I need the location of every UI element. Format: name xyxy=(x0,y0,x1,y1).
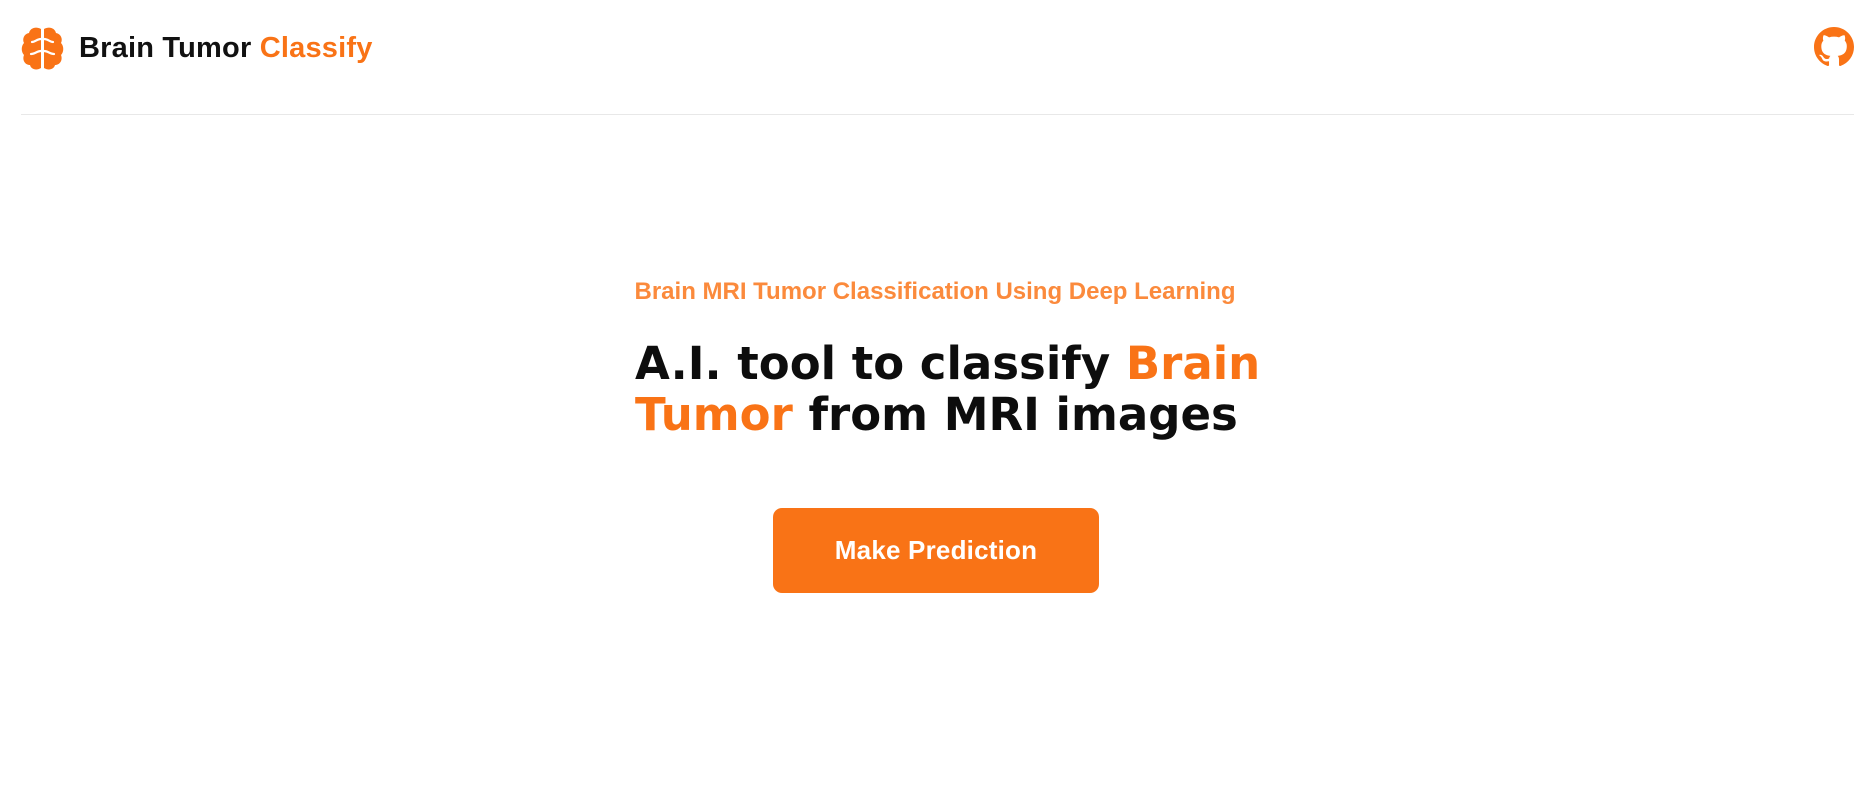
headline-line-2: Tumor from MRI images xyxy=(635,388,1238,441)
make-prediction-button[interactable]: Make Prediction xyxy=(773,508,1099,593)
headline-part-1: A.I. tool to classify xyxy=(635,337,1111,390)
headline-accent-1: Brain xyxy=(1125,337,1261,390)
headline-part-2: from MRI images xyxy=(808,388,1238,441)
hero-headline: A.I. tool to classify Brain Tumor from M… xyxy=(635,337,1260,441)
page: Brain Tumor Classify Brain MRI Tumor Cla… xyxy=(0,0,1870,799)
hero-section: Brain MRI Tumor Classification Using Dee… xyxy=(0,0,1870,799)
hero-kicker: Brain MRI Tumor Classification Using Dee… xyxy=(634,278,1236,305)
headline-line-1: A.I. tool to classify Brain xyxy=(635,337,1260,390)
headline-accent-2: Tumor xyxy=(635,388,793,441)
